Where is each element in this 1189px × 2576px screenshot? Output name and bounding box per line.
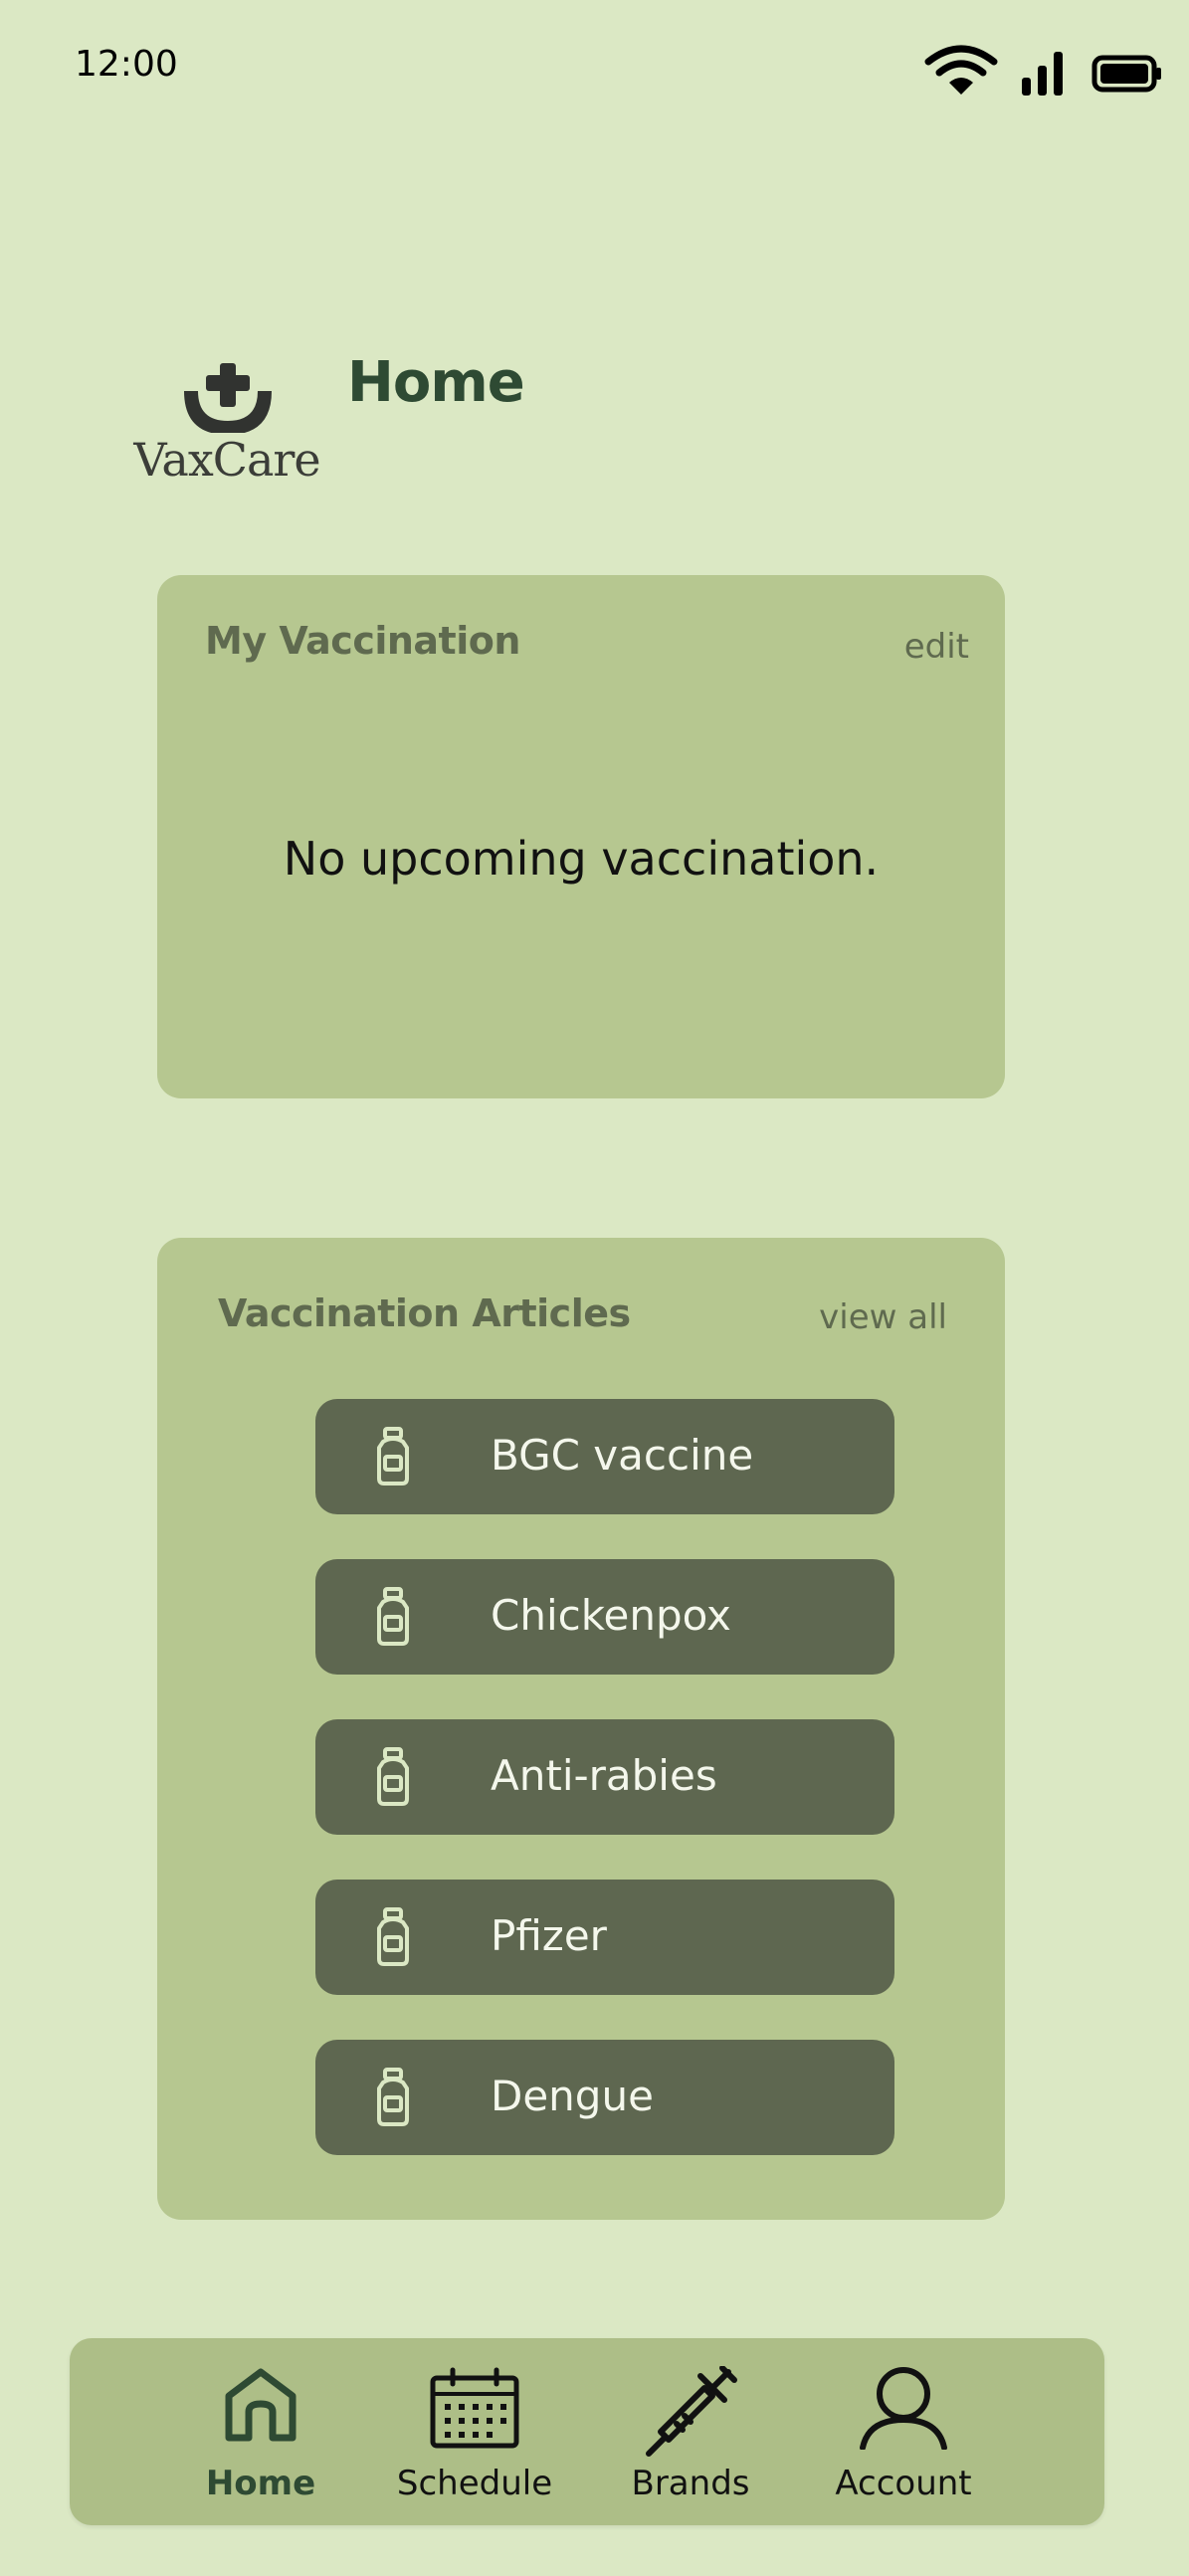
article-item-anti-rabies[interactable]: Anti-rabies (315, 1719, 894, 1835)
vaccination-articles-card: Vaccination Articles view all BGC vaccin… (157, 1238, 1005, 2220)
my-vaccination-title: My Vaccination (205, 619, 520, 663)
article-item-bgc-vaccine[interactable]: BGC vaccine (315, 1399, 894, 1514)
article-item-pfizer[interactable]: Pfizer (315, 1880, 894, 1995)
wifi-icon (924, 45, 998, 95)
medical-shield-icon (184, 363, 272, 435)
view-all-link[interactable]: view all (819, 1297, 947, 1337)
article-label: Anti-rabies (491, 1751, 717, 1800)
edit-link[interactable]: edit (904, 627, 969, 667)
nav-label: Account (835, 2464, 972, 2503)
vaccination-articles-title: Vaccination Articles (218, 1291, 631, 1335)
nav-item-account[interactable]: Account (814, 2338, 993, 2525)
article-label: Pfizer (491, 1911, 607, 1960)
logo-text: VaxCare (133, 433, 320, 487)
bottom-nav-bar: Home Schedule Brands Account (70, 2338, 1104, 2525)
nav-item-brands[interactable]: Brands (601, 2338, 780, 2525)
status-time: 12:00 (75, 44, 178, 85)
vaccine-bottle-icon (377, 1747, 409, 1806)
calendar-icon (430, 2367, 519, 2449)
vaccine-bottle-icon (377, 1907, 409, 1966)
cellular-signal-icon (1022, 52, 1063, 96)
status-icons (923, 40, 1162, 99)
article-label: BGC vaccine (491, 1431, 754, 1480)
vaxcare-logo: VaxCare (127, 343, 326, 493)
article-item-chickenpox[interactable]: Chickenpox (315, 1559, 894, 1675)
article-item-dengue[interactable]: Dengue (315, 2040, 894, 2155)
page-title: Home (347, 350, 525, 415)
nav-item-home[interactable]: Home (171, 2338, 350, 2525)
nav-label: Home (205, 2464, 316, 2503)
article-label: Chickenpox (491, 1591, 731, 1640)
status-bar: 12:00 (0, 0, 1189, 139)
syringe-icon (646, 2366, 737, 2457)
vaccine-bottle-icon (377, 1427, 409, 1486)
my-vaccination-card: My Vaccination edit No upcoming vaccinat… (157, 575, 1005, 1098)
home-icon (225, 2368, 297, 2442)
app-header: VaxCare Home (0, 328, 1189, 497)
nav-label: Brands (631, 2464, 750, 2503)
vaccine-bottle-icon (377, 1587, 409, 1646)
article-list: BGC vaccine Chickenpox Anti-rabies Pfize… (315, 1399, 894, 2200)
article-label: Dengue (491, 2072, 654, 2120)
vaccine-bottle-icon (377, 2068, 409, 2126)
battery-icon (1091, 55, 1161, 93)
nav-label: Schedule (396, 2464, 553, 2503)
nav-item-schedule[interactable]: Schedule (385, 2338, 564, 2525)
user-icon (860, 2367, 947, 2450)
empty-state-message: No upcoming vaccination. (283, 832, 880, 886)
